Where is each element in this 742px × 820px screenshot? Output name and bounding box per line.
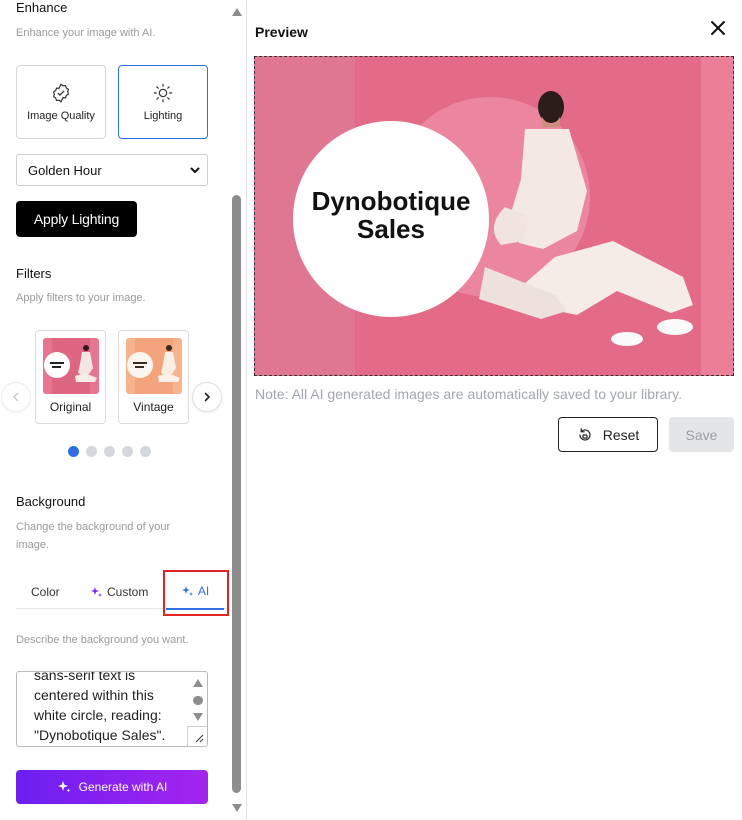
pagination-dot[interactable] [140, 446, 151, 457]
filter-vintage-card[interactable]: Vintage [118, 330, 189, 424]
filters-description: Apply filters to your image. [16, 292, 146, 304]
background-description: Change the background of your image. [16, 521, 171, 551]
tab-color-label: Color [31, 584, 60, 599]
lighting-style-select[interactable]: Golden Hour [16, 154, 208, 186]
chevron-down-icon [190, 167, 200, 173]
reset-label: Reset [602, 426, 640, 443]
scroll-down-icon [193, 713, 203, 721]
filters-next-button[interactable] [192, 382, 222, 412]
sidebar-scroll-thumb[interactable] [232, 195, 241, 793]
textarea-resize-handle[interactable] [187, 726, 207, 746]
sidebar-scrollbar[interactable] [230, 0, 244, 820]
generate-label: Generate with AI [78, 780, 168, 794]
tab-ai-label: AI [197, 584, 210, 598]
scroll-down-icon[interactable] [231, 802, 243, 814]
filter-original-label: Original [49, 400, 92, 414]
chevron-left-icon [13, 392, 19, 402]
enhance-title: Enhance [16, 0, 68, 15]
resize-grip-icon [195, 734, 204, 743]
apply-lighting-button[interactable]: Apply Lighting [16, 201, 137, 237]
badge-check-icon [52, 83, 70, 103]
lighting-style-value: Golden Hour [28, 162, 102, 178]
image-quality-card[interactable]: Image Quality [16, 65, 106, 139]
filter-vintage-thumbnail [126, 338, 182, 394]
sparkle-icon [91, 586, 102, 597]
sidebar-scroll-content: Enhance Enhance your image with AI. Imag… [0, 0, 230, 820]
tab-ai[interactable]: AI [166, 574, 224, 610]
generate-with-ai-button[interactable]: Generate with AI [16, 770, 208, 804]
tab-custom-label: Custom [107, 584, 149, 599]
save-button[interactable]: Save [669, 417, 734, 452]
sparkle-icon [181, 586, 193, 596]
close-button[interactable] [708, 18, 728, 38]
prompt-label: Describe the background you want. [16, 634, 189, 646]
scroll-up-icon[interactable] [231, 6, 243, 18]
filter-original-thumbnail [43, 338, 99, 394]
lighting-label: Lighting [143, 110, 183, 122]
background-prompt-textarea[interactable]: sans-serif text is centered within this … [16, 671, 208, 747]
filters-prev-button[interactable] [1, 382, 31, 412]
background-title: Background [16, 494, 86, 509]
autosave-note: Note: All AI generated images are automa… [255, 386, 682, 402]
preview-image-text: Dynobotique Sales [311, 186, 471, 244]
reset-button[interactable]: Reset [558, 417, 658, 452]
pagination-dot[interactable] [104, 446, 115, 457]
preview-image: Dynobotique Sales [254, 56, 734, 376]
lighting-card[interactable]: Lighting [118, 65, 208, 139]
filters-title: Filters [16, 266, 52, 281]
tab-custom[interactable]: Custom [90, 574, 148, 609]
close-icon [711, 21, 725, 35]
tab-color[interactable]: Color [31, 574, 60, 609]
background-tabs: Color Custom AI [16, 574, 230, 610]
sun-icon [153, 83, 173, 103]
reset-icon [579, 427, 591, 441]
filter-vintage-label: Vintage [133, 400, 174, 414]
preview-title: Preview [255, 24, 308, 40]
scroll-up-icon [193, 679, 203, 687]
textarea-scroll-thumb[interactable] [193, 696, 203, 705]
sparkle-icon [57, 781, 71, 793]
chevron-right-icon [204, 392, 211, 402]
filters-pagination [68, 446, 151, 457]
filter-original-card[interactable]: Original [35, 330, 106, 424]
background-prompt-text: sans-serif text is centered within this … [34, 671, 166, 743]
image-quality-label: Image Quality [27, 110, 95, 122]
pagination-dot[interactable] [122, 446, 133, 457]
edit-sidebar: Enhance Enhance your image with AI. Imag… [0, 0, 247, 820]
pagination-dot[interactable] [86, 446, 97, 457]
pagination-dot[interactable] [68, 446, 79, 457]
enhance-description: Enhance your image with AI. [16, 27, 156, 39]
